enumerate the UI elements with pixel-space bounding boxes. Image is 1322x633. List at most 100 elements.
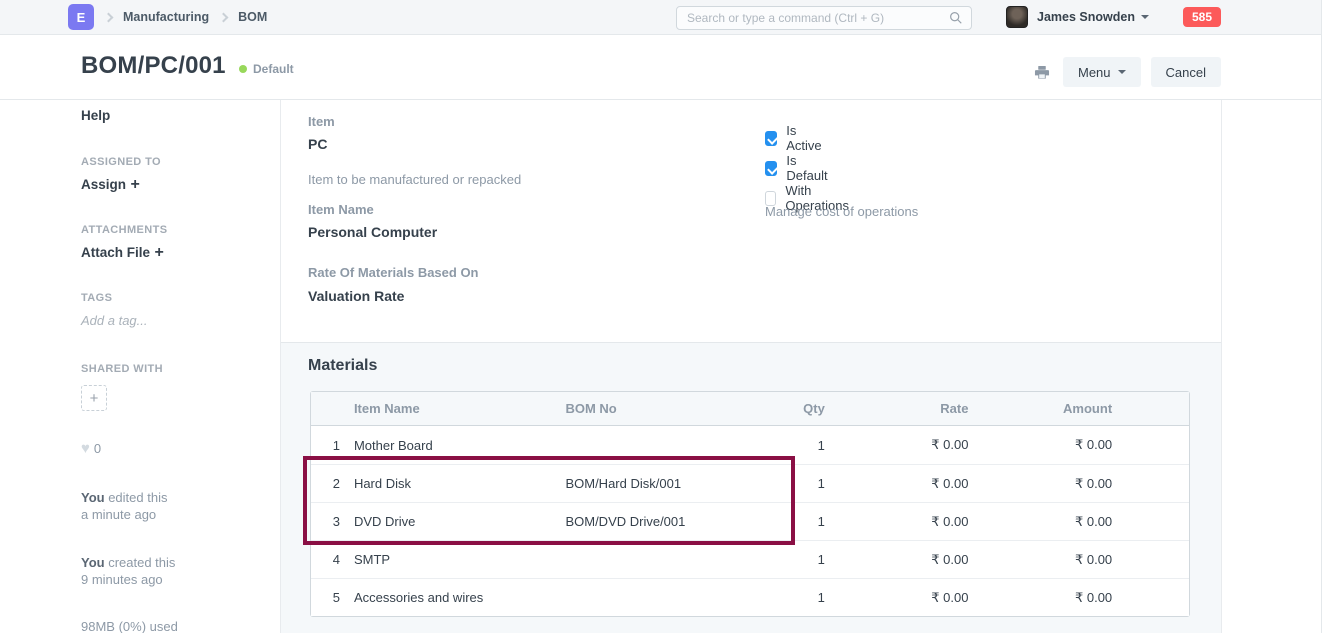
item-label: Item (308, 114, 335, 129)
created-who: You (81, 555, 105, 570)
plus-icon: + (154, 244, 163, 261)
menu-button-label: Menu (1078, 65, 1111, 80)
cancel-button[interactable]: Cancel (1151, 57, 1221, 87)
search-input[interactable] (685, 10, 949, 26)
operations-help-text: Manage cost of operations (765, 204, 918, 219)
cell-qty[interactable]: 1 (755, 426, 833, 464)
storage-usage: 98MB (0%) used (81, 619, 178, 633)
like-widget: ♥0 (81, 440, 101, 458)
cell-qty[interactable]: 1 (755, 502, 833, 540)
status-label: Default (253, 62, 294, 76)
user-menu[interactable]: James Snowden (1037, 10, 1135, 24)
cell-qty[interactable]: 1 (755, 540, 833, 578)
col-index (311, 392, 346, 426)
tags-label: TAGS (81, 292, 112, 304)
item-help-text: Item to be manufactured or repacked (308, 172, 521, 187)
col-bom-no: BOM No (557, 392, 755, 426)
print-icon (1034, 65, 1050, 80)
cell-item-name[interactable]: DVD Drive (346, 502, 558, 540)
cell-item-name[interactable]: Hard Disk (346, 464, 558, 502)
rate-based-on-value[interactable]: Valuation Rate (308, 288, 404, 304)
cell-index[interactable]: 1 (311, 426, 346, 464)
is-active-checkbox[interactable]: Is Active (765, 123, 824, 153)
heart-icon[interactable]: ♥ (81, 440, 90, 457)
cell-bom-no[interactable]: BOM/DVD Drive/001 (557, 502, 755, 540)
breadcrumb: E Manufacturing BOM (68, 0, 267, 34)
item-name-value[interactable]: Personal Computer (308, 224, 437, 240)
global-search[interactable] (676, 6, 972, 30)
add-tag-input[interactable]: Add a tag... (81, 313, 148, 328)
app-logo[interactable]: E (68, 4, 94, 30)
col-item-name: Item Name (346, 392, 558, 426)
sidebar-help-link[interactable]: Help (81, 108, 110, 123)
is-active-label: Is Active (786, 123, 824, 153)
app-window: E Manufacturing BOM James Snowden 585 BO… (0, 0, 1322, 633)
cell-amount[interactable]: ₹ 0.00 (976, 426, 1120, 464)
edited-action: edited this (105, 490, 168, 505)
cell-qty[interactable]: 1 (755, 578, 833, 616)
cell-amount[interactable]: ₹ 0.00 (976, 578, 1120, 616)
caret-down-icon (1118, 70, 1126, 74)
cell-amount[interactable]: ₹ 0.00 (976, 502, 1120, 540)
cell-spacer (1120, 540, 1189, 578)
cell-rate[interactable]: ₹ 0.00 (833, 426, 977, 464)
cell-bom-no[interactable] (557, 578, 755, 616)
breadcrumb-bom[interactable]: BOM (238, 10, 267, 24)
top-navbar: E Manufacturing BOM James Snowden 585 (0, 0, 1321, 35)
attachments-label: ATTACHMENTS (81, 224, 167, 236)
chevron-right-icon (104, 12, 114, 22)
breadcrumb-manufacturing[interactable]: Manufacturing (123, 10, 209, 24)
item-value[interactable]: PC (308, 136, 327, 152)
cell-index[interactable]: 3 (311, 502, 346, 540)
created-action: created this (105, 555, 176, 570)
cell-item-name[interactable]: Mother Board (346, 426, 558, 464)
cell-rate[interactable]: ₹ 0.00 (833, 464, 977, 502)
table-row: 2 Hard Disk BOM/Hard Disk/001 1 ₹ 0.00 ₹… (311, 464, 1189, 502)
is-default-checkbox[interactable]: Is Default (765, 153, 830, 183)
like-count: 0 (94, 441, 101, 456)
cell-amount[interactable]: ₹ 0.00 (976, 540, 1120, 578)
form-main: Item PC Item to be manufactured or repac… (281, 100, 1222, 633)
cell-index[interactable]: 2 (311, 464, 346, 502)
cell-bom-no[interactable]: BOM/Hard Disk/001 (557, 464, 755, 502)
table-row: 4 SMTP 1 ₹ 0.00 ₹ 0.00 (311, 540, 1189, 578)
assign-label: Assign (81, 177, 126, 192)
cell-item-name[interactable]: SMTP (346, 540, 558, 578)
form-section-details: Item PC Item to be manufactured or repac… (281, 100, 1221, 342)
cell-bom-no[interactable] (557, 540, 755, 578)
cell-rate[interactable]: ₹ 0.00 (833, 502, 977, 540)
user-avatar[interactable] (1006, 6, 1028, 28)
assign-button[interactable]: Assign + (81, 176, 140, 194)
chevron-right-icon (219, 12, 229, 22)
is-default-label: Is Default (786, 153, 830, 183)
cell-amount[interactable]: ₹ 0.00 (976, 464, 1120, 502)
print-button[interactable] (1031, 62, 1053, 82)
navbar-user-area: James Snowden 585 (1006, 0, 1221, 34)
col-amount: Amount (976, 392, 1120, 426)
cell-item-name[interactable]: Accessories and wires (346, 578, 558, 616)
created-when: 9 minutes ago (81, 572, 163, 587)
cell-index[interactable]: 5 (311, 578, 346, 616)
cell-spacer (1120, 502, 1189, 540)
page-header: BOM/PC/001 Default Menu Cancel (0, 35, 1321, 100)
materials-section-title: Materials (308, 357, 377, 375)
cell-rate[interactable]: ₹ 0.00 (833, 540, 977, 578)
add-share-button[interactable]: + (81, 385, 107, 411)
notification-badge[interactable]: 585 (1183, 7, 1221, 27)
cell-rate[interactable]: ₹ 0.00 (833, 578, 977, 616)
edited-activity: You edited this (81, 490, 167, 505)
menu-button[interactable]: Menu (1063, 57, 1141, 87)
cell-qty[interactable]: 1 (755, 464, 833, 502)
cell-index[interactable]: 4 (311, 540, 346, 578)
cell-bom-no[interactable] (557, 426, 755, 464)
form-sidebar: Help ASSIGNED TO Assign + ATTACHMENTS At… (0, 100, 281, 633)
caret-down-icon (1141, 15, 1149, 19)
status-indicator: Default (239, 62, 294, 76)
table-row: 1 Mother Board 1 ₹ 0.00 ₹ 0.00 (311, 426, 1189, 464)
search-icon (949, 11, 963, 25)
plus-icon: + (130, 176, 139, 193)
grid-header-row: Item Name BOM No Qty Rate Amount (311, 392, 1189, 426)
toolbar: Menu Cancel (1031, 57, 1221, 87)
checkbox-icon (765, 161, 777, 176)
attach-file-button[interactable]: Attach File + (81, 244, 164, 262)
